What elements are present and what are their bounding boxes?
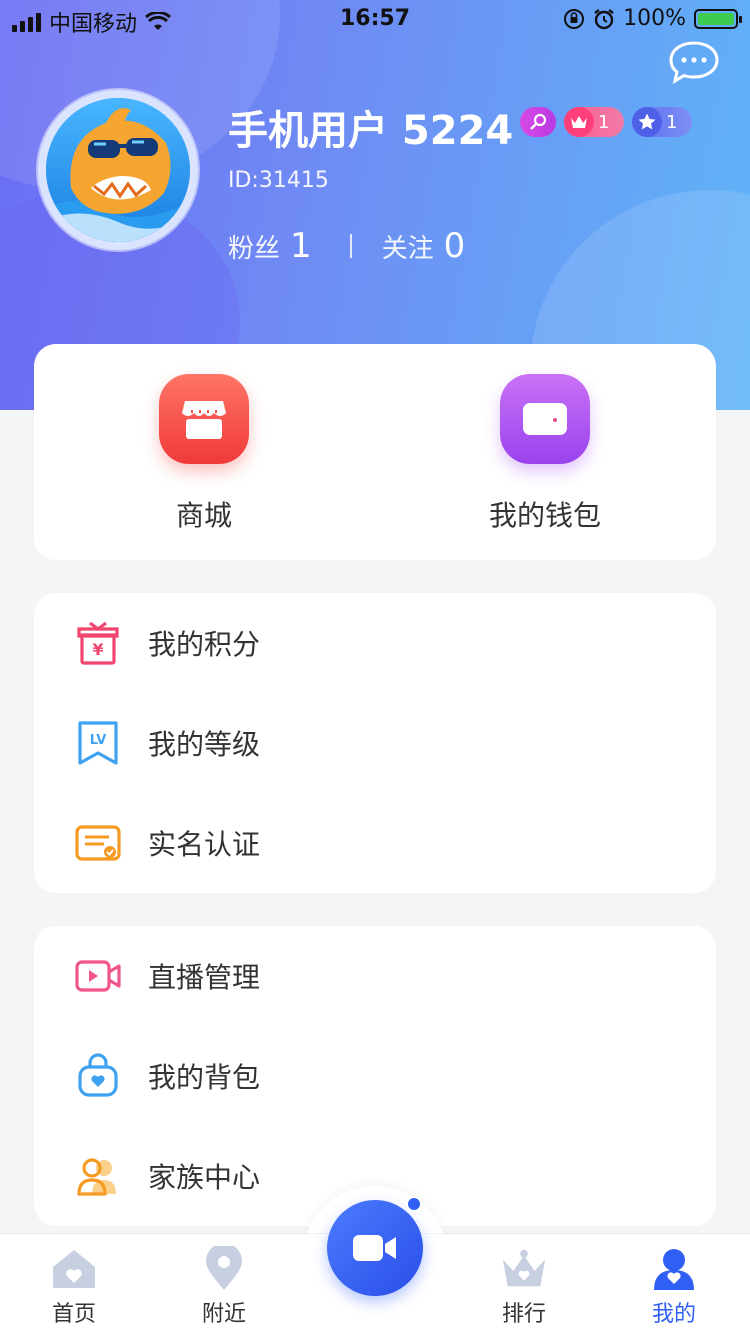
start-live-button[interactable] [327,1200,423,1296]
tab-nearby[interactable]: 附近 [169,1246,279,1328]
menu-item-label: 我的等级 [148,728,261,761]
wallet-icon [500,374,590,464]
status-bar: 中国移动 16:57 100% [0,0,750,40]
tab-label: 附近 [201,1302,246,1327]
shop-icon [159,374,249,464]
battery-percent: 100% [623,6,686,31]
tab-rank[interactable]: 排行 [469,1246,579,1328]
user-badges: 1 1 [520,107,692,137]
search-badge [520,107,556,137]
quick-actions-card: 商城 我的钱包 [34,344,716,560]
battery-icon [694,8,742,29]
menu-item-label: 我的背包 [148,1061,261,1094]
location-pin-icon [200,1246,248,1292]
search-badge-icon [530,113,547,130]
me-user-icon [650,1246,698,1292]
rotation-lock-icon [564,8,585,29]
menu-item-label: 我的积分 [148,628,261,661]
star-badge: 1 [632,107,692,137]
home-icon [50,1246,98,1292]
fans-stat[interactable]: 粉丝 1 [228,226,312,266]
shop-button[interactable]: 商城 [104,374,304,534]
menu-item-verify[interactable]: 实名认证 [34,793,716,893]
wallet-button[interactable]: 我的钱包 [445,374,645,534]
svg-text:¥: ¥ [92,640,103,659]
stats-divider [349,234,352,258]
message-button[interactable] [668,40,720,85]
chat-bubble-icon [669,41,719,85]
verify-certificate-icon [74,819,122,867]
menu-item-level[interactable]: LV 我的等级 [34,693,716,793]
menu-group-account: ¥ 我的积分 LV 我的等级 实名认证 [34,593,716,893]
live-camera-icon [74,952,122,1000]
crown-badge-icon [571,116,587,128]
follow-stats: 粉丝 1 关注 0 [228,226,465,266]
tab-label: 我的 [651,1302,696,1327]
menu-group-features: 直播管理 我的背包 家族中心 [34,926,716,1226]
follow-count: 0 [443,226,466,266]
menu-item-label: 直播管理 [148,961,261,994]
user-id: ID:31415 [228,168,329,193]
avatar[interactable] [38,90,198,250]
fans-label: 粉丝 [228,234,281,264]
tab-label: 排行 [501,1302,546,1327]
star-badge-icon [638,113,656,130]
points-gift-icon: ¥ [74,619,122,667]
family-users-icon [74,1152,122,1200]
live-notification-dot [406,1196,422,1212]
menu-item-label: 实名认证 [148,828,261,861]
follow-label: 关注 [381,234,434,264]
crown-rank-icon [500,1246,548,1292]
backpack-icon [74,1052,122,1100]
tab-me[interactable]: 我的 [619,1246,729,1328]
menu-item-backpack[interactable]: 我的背包 [34,1026,716,1126]
star-badge-value: 1 [666,111,678,133]
crown-badge: 1 [564,107,624,137]
tab-label: 首页 [51,1302,96,1327]
fans-count: 1 [290,226,312,266]
menu-item-points[interactable]: ¥ 我的积分 [34,593,716,693]
video-camera-icon [353,1235,396,1261]
level-lv-icon: LV [74,719,122,767]
crown-badge-value: 1 [598,111,610,133]
username: 手机用户 5224 [228,108,514,154]
menu-item-live-manage[interactable]: 直播管理 [34,926,716,1026]
shop-label: 商城 [175,499,232,532]
menu-item-label: 家族中心 [148,1161,261,1194]
wallet-label: 我的钱包 [488,499,601,532]
alarm-icon [594,8,614,29]
follow-stat[interactable]: 关注 0 [382,226,466,266]
svg-text:LV: LV [90,733,107,748]
tab-home[interactable]: 首页 [19,1246,129,1328]
